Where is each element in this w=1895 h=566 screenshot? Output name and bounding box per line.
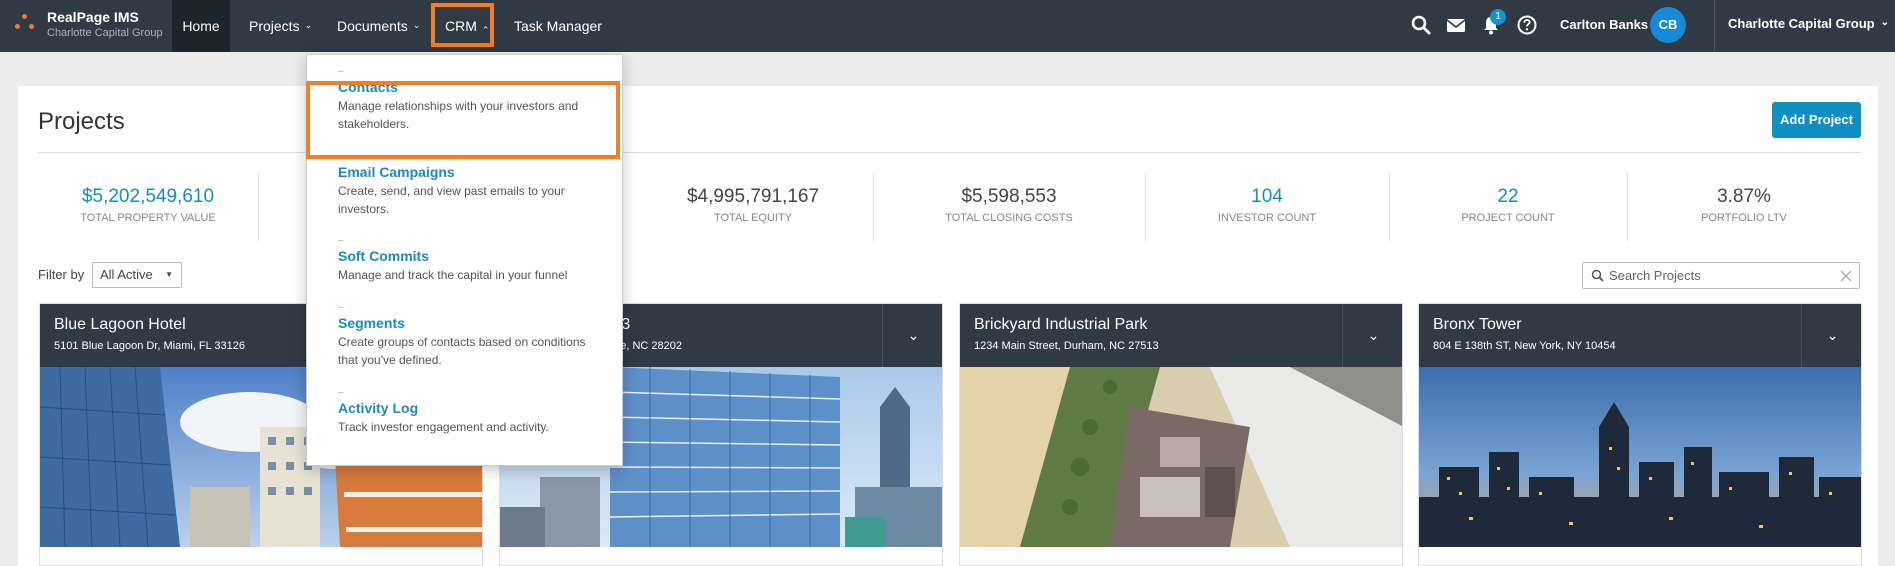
stat-value: 3.87% <box>1717 186 1771 207</box>
filter-label: Filter by <box>38 267 85 282</box>
stat-label: TOTAL PROPERTY VALUE <box>80 212 216 224</box>
stat-total-property-value: $5,202,549,610 TOTAL PROPERTY VALUE <box>38 172 258 242</box>
crm-highlight-box <box>431 3 494 47</box>
nav-projects-label: Projects <box>249 18 300 34</box>
stat-portfolio-ltv: 3.87% PORTFOLIO LTV <box>1627 172 1861 242</box>
menu-item-description: Create, send, and view past emails to yo… <box>338 184 565 216</box>
search-input[interactable] <box>1609 266 1829 285</box>
chevron-down-icon: ⌄ <box>1880 17 1890 28</box>
nav-divider <box>1714 0 1715 52</box>
project-card[interactable]: Bronx Tower 804 E 138th ST, New York, NY… <box>1418 303 1862 566</box>
stat-label: TOTAL EQUITY <box>713 212 793 224</box>
nav-documents[interactable]: Documents ⌄ <box>337 0 420 52</box>
avatar[interactable]: CB <box>1650 7 1686 43</box>
caret-down-icon: ▼ <box>165 270 173 279</box>
project-card[interactable]: Brickyard Industrial Park 1234 Main Stre… <box>959 303 1403 566</box>
help-icon[interactable] <box>1516 14 1538 36</box>
menu-item-email-campaigns[interactable]: – Email Campaigns Create, send, and view… <box>338 152 608 218</box>
card-header: Bronx Tower 804 E 138th ST, New York, NY… <box>1419 304 1861 367</box>
dash-marker: – <box>338 302 344 313</box>
menu-item-title[interactable]: Email Campaigns <box>338 164 608 180</box>
chevron-down-icon[interactable]: ⌄ <box>1342 304 1402 367</box>
chevron-down-icon[interactable]: ⌄ <box>1801 304 1861 367</box>
menu-item-title[interactable]: Activity Log <box>338 400 608 416</box>
menu-item-segments[interactable]: – Segments Create groups of contacts bas… <box>338 303 608 369</box>
contacts-highlight-box <box>306 81 620 159</box>
project-image[interactable] <box>960 367 1402 547</box>
nav-task-manager[interactable]: Task Manager <box>514 0 602 52</box>
stat-label: TOTAL CLOSING COSTS <box>945 212 1073 224</box>
project-name[interactable]: Brickyard Industrial Park <box>974 316 1147 334</box>
projects-panel: Projects Add Project $5,202,549,610 TOTA… <box>18 86 1878 566</box>
add-project-button[interactable]: Add Project <box>1772 102 1861 138</box>
project-image[interactable] <box>1419 367 1861 547</box>
stat-investor-count: 104 INVESTOR COUNT <box>1145 172 1389 242</box>
brand-subtitle: Charlotte Capital Group <box>47 27 163 39</box>
user-name[interactable]: Carlton Banks <box>1560 17 1648 32</box>
project-name[interactable]: Blue Lagoon Hotel <box>54 316 186 334</box>
menu-item-description: Create groups of contacts based on condi… <box>338 335 586 367</box>
stat-value: 22 <box>1497 186 1519 207</box>
dash-marker: – <box>338 66 344 77</box>
divider <box>258 172 259 242</box>
stat-total-equity: $4,995,791,167 TOTAL EQUITY <box>618 172 888 242</box>
stat-value: $4,995,791,167 <box>686 186 820 207</box>
logo-icon <box>12 12 40 38</box>
notification-badge: 1 <box>1490 9 1506 25</box>
mail-icon[interactable] <box>1445 14 1467 36</box>
project-address: 804 E 138th ST, New York, NY 10454 <box>1433 340 1616 352</box>
clear-icon[interactable] <box>1840 270 1852 282</box>
org-name: Charlotte Capital Group <box>1728 16 1875 31</box>
page-title: Projects <box>38 108 125 135</box>
brand[interactable]: RealPage IMS Charlotte Capital Group <box>0 0 172 52</box>
filter-select[interactable]: All Active ▼ <box>92 262 182 288</box>
nav-task-manager-label: Task Manager <box>514 18 602 34</box>
project-address: 1234 Main Street, Durham, NC 27513 <box>974 340 1159 352</box>
project-name[interactable]: Bronx Tower <box>1433 316 1522 334</box>
menu-item-soft-commits[interactable]: – Soft Commits Manage and track the capi… <box>338 236 608 284</box>
search-projects-field[interactable] <box>1582 262 1860 289</box>
stat-label: INVESTOR COUNT <box>1217 212 1317 224</box>
org-selector[interactable]: Charlotte Capital Group ⌄ <box>1728 16 1889 31</box>
nav-projects[interactable]: Projects ⌄ <box>249 0 312 52</box>
stat-total-closing-costs: $5,598,553 TOTAL CLOSING COSTS <box>873 172 1145 242</box>
stat-value: $5,202,549,610 <box>81 186 215 207</box>
filter-value: All Active <box>100 267 153 282</box>
chevron-down-icon[interactable]: ⌄ <box>882 304 942 367</box>
top-navbar: RealPage IMS Charlotte Capital Group Hom… <box>0 0 1895 52</box>
menu-item-description: Track investor engagement and activity. <box>338 420 549 434</box>
menu-item-title[interactable]: Segments <box>338 315 608 331</box>
card-header: Brickyard Industrial Park 1234 Main Stre… <box>960 304 1402 367</box>
nav-home[interactable]: Home <box>172 0 230 52</box>
stat-project-count: 22 PROJECT COUNT <box>1389 172 1627 242</box>
brand-name: RealPage IMS <box>47 9 139 25</box>
stat-value: $5,598,553 <box>961 186 1057 207</box>
menu-item-activity-log[interactable]: – Activity Log Track investor engagement… <box>338 388 608 436</box>
nav-documents-label: Documents <box>337 18 408 34</box>
stat-label: PORTFOLIO LTV <box>1701 212 1787 224</box>
menu-item-title[interactable]: Soft Commits <box>338 248 608 264</box>
stat-value: 104 <box>1251 186 1283 207</box>
menu-item-description: Manage and track the capital in your fun… <box>338 268 568 282</box>
chevron-down-icon: ⌄ <box>304 20 313 30</box>
search-icon[interactable] <box>1410 14 1432 36</box>
stat-label: PROJECT COUNT <box>1461 212 1555 224</box>
dash-marker: – <box>338 235 344 246</box>
project-address: 5101 Blue Lagoon Dr, Miami, FL 33126 <box>54 340 245 352</box>
search-icon <box>1591 269 1604 282</box>
nav-home-label: Home <box>182 18 220 34</box>
chevron-down-icon: ⌄ <box>412 20 421 30</box>
dash-marker: – <box>338 387 344 398</box>
